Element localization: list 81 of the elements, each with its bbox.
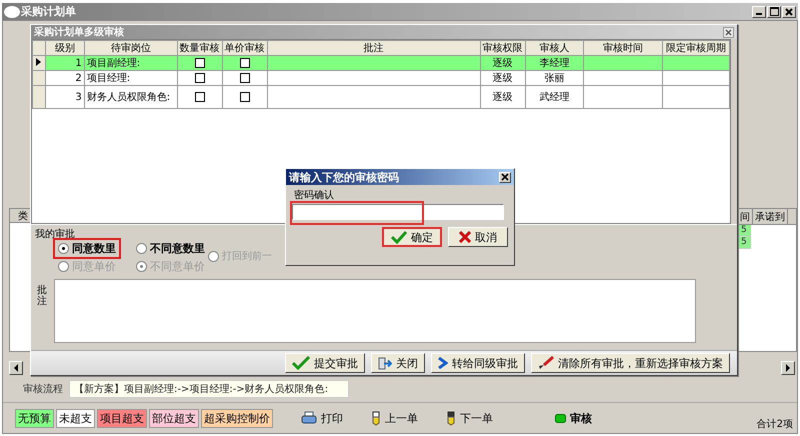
- table-cell: 1: [45, 56, 84, 70]
- table-cell: 李经理: [525, 56, 584, 70]
- legend-tag: 部位超支: [149, 408, 199, 428]
- table-header: 承诺到: [753, 209, 788, 224]
- checkbox[interactable]: [240, 58, 250, 68]
- column-header: 审核人: [525, 40, 584, 56]
- toolbar-button[interactable]: 打印: [301, 410, 343, 426]
- column-header: 级别: [45, 40, 84, 56]
- total-count: 合计2项: [756, 418, 793, 431]
- password-field[interactable]: [292, 204, 504, 220]
- table-cell: 武经理: [525, 86, 584, 108]
- table-row[interactable]: 3 财务人员权限角色: 逐级 武经理: [32, 86, 730, 108]
- group-label: 我的审批: [35, 228, 75, 239]
- maximize-button[interactable]: [767, 6, 781, 18]
- dialog-title: 采购计划单多级审核: [34, 25, 124, 39]
- legend-tag: 超采购控制价: [201, 408, 273, 428]
- app-icon: [4, 6, 20, 18]
- process-field: 【新方案】项目副经理:->项目经理:->财务人员权限角色:: [69, 380, 349, 398]
- table-cell: 3: [45, 86, 84, 108]
- close-button[interactable]: [723, 26, 734, 38]
- dialog-button[interactable]: 清除所有审批，重新选择审核方案: [531, 353, 730, 373]
- window-title: 采购计划单: [21, 4, 77, 19]
- dialog-button[interactable]: 转给同级审批: [431, 353, 525, 373]
- radio-option[interactable]: 不同意数里: [133, 240, 208, 256]
- column-header: 待审岗位: [84, 40, 178, 56]
- checkbox[interactable]: [194, 58, 205, 68]
- checkbox[interactable]: [240, 92, 250, 102]
- toolbar-button[interactable]: 下一单: [446, 410, 493, 426]
- arrow-left-icon: [13, 364, 19, 372]
- column-header: 数量审核: [177, 40, 222, 56]
- cross-icon: [459, 231, 471, 243]
- table-row[interactable]: 1 项目副经理: 逐级 李经理: [32, 56, 730, 70]
- table-cell: 逐级: [480, 86, 526, 108]
- maximize-icon: [770, 7, 778, 16]
- dialog-button[interactable]: 提交审批: [285, 353, 365, 373]
- note-field[interactable]: [54, 279, 696, 343]
- row-pointer-icon: [36, 58, 42, 66]
- check-icon: [292, 356, 310, 370]
- table-cell: 2: [45, 70, 84, 86]
- table-cell: 逐级: [480, 56, 526, 70]
- table-row[interactable]: 2 项目经理: 逐级 张丽: [32, 70, 730, 86]
- table-cell: 逐级: [480, 70, 526, 86]
- arrow-right-icon: [785, 364, 791, 372]
- table-cell: 项目经理:: [84, 70, 178, 86]
- table-cell: 张丽: [525, 70, 584, 86]
- table-row[interactable]: 5: [738, 237, 751, 249]
- checkbox[interactable]: [194, 72, 205, 83]
- process-label: 审核流程: [23, 382, 63, 396]
- radio-option[interactable]: 同意数里: [55, 240, 119, 256]
- legend-tag: 未超支: [56, 408, 95, 428]
- check-icon: [391, 230, 407, 244]
- minimize-button[interactable]: [752, 6, 766, 18]
- printer-icon: [301, 411, 317, 425]
- table-cell: 项目副经理:: [84, 56, 178, 70]
- table-cell: 财务人员权限角色:: [84, 86, 178, 108]
- exit-door-icon: [378, 356, 392, 370]
- checkbox[interactable]: [240, 72, 250, 83]
- status-light-icon: [555, 414, 566, 422]
- note-label: 批注: [37, 284, 48, 309]
- field-label: 密码确认: [294, 188, 335, 199]
- table-row[interactable]: 5: [738, 225, 751, 237]
- dialog-button[interactable]: 关闭: [371, 353, 425, 373]
- legend-tag: 无预算: [15, 408, 54, 428]
- brush-icon: [538, 356, 554, 370]
- checkbox[interactable]: [194, 92, 205, 102]
- scroll-left-button[interactable]: [9, 361, 23, 375]
- column-header: 单价审核: [222, 40, 268, 56]
- scroll-right-button[interactable]: [781, 361, 795, 375]
- minimize-icon: [756, 13, 762, 15]
- close-icon: [785, 8, 793, 16]
- chevron-right-icon: [438, 357, 448, 369]
- toolbar-button[interactable]: 上一单: [371, 410, 418, 426]
- dialog-button[interactable]: 确定: [382, 227, 442, 247]
- legend-tag: 项目超支: [97, 408, 147, 428]
- dialog-title: 请输入下您的审核密码: [289, 170, 399, 184]
- toolbar-button[interactable]: 审核: [555, 410, 592, 426]
- dialog-button[interactable]: 取消: [448, 227, 508, 247]
- column-header: 批注: [267, 40, 480, 56]
- column-header: 限定审核周期: [662, 40, 730, 56]
- column-header: 审核时间: [584, 40, 662, 56]
- column-header: 审核权限: [480, 40, 526, 56]
